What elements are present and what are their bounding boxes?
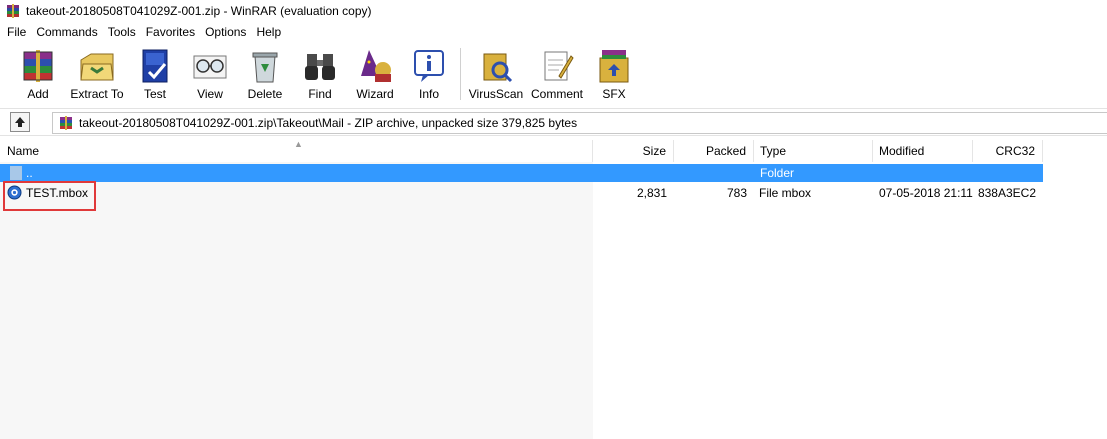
column-header-crc32-label: CRC32 [995, 144, 1035, 158]
test-label: Test [143, 87, 166, 101]
table-row[interactable]: .. Folder [0, 164, 1043, 182]
extract-to-label: Extract To [70, 87, 124, 101]
column-header-modified[interactable]: Modified [873, 140, 973, 162]
column-header-type-label: Type [760, 144, 787, 158]
archive-books-icon [23, 50, 53, 82]
row-name: .. [26, 166, 33, 180]
wizard-icon [361, 50, 391, 82]
column-header-crc32[interactable]: CRC32 [973, 140, 1043, 162]
column-header-size[interactable]: Size [593, 140, 674, 162]
menu-commands[interactable]: Commands [31, 22, 102, 42]
menu-tools[interactable]: Tools [103, 22, 141, 42]
recycle-bin-icon [252, 52, 278, 83]
menu-help[interactable]: Help [251, 22, 286, 42]
view-label: View [197, 87, 223, 101]
info-label: Info [418, 87, 439, 101]
title-bar: takeout-20180508T041029Z-001.zip - WinRA… [0, 0, 1107, 22]
delete-button[interactable]: Delete [237, 42, 293, 104]
sfx-archive-icon [599, 50, 629, 83]
binoculars-icon [305, 54, 335, 80]
window-title: takeout-20180508T041029Z-001.zip - WinRA… [26, 4, 372, 18]
wizard-button[interactable]: Wizard [347, 42, 403, 104]
row-crc32: 838A3EC2 [977, 186, 1036, 200]
comment-button[interactable]: Comment [526, 42, 588, 104]
up-arrow-icon [15, 117, 25, 127]
row-type: File mbox [759, 186, 812, 200]
test-book-icon [142, 49, 168, 83]
test-button[interactable]: Test [127, 42, 183, 104]
table-row[interactable]: TEST.mbox 2,831 783 File mbox 07-05-2018… [0, 184, 1043, 202]
menu-file[interactable]: File [2, 22, 31, 42]
row-modified: 07-05-2018 21:11 [879, 186, 973, 200]
info-button[interactable]: Info [403, 42, 455, 104]
find-label: Find [308, 87, 332, 101]
row-type: Folder [760, 166, 795, 180]
parent-folder-icon [10, 166, 22, 180]
path-text: takeout-20180508T041029Z-001.zip\Takeout… [79, 116, 578, 130]
toolbar-separator [460, 48, 461, 100]
wizard-label: Wizard [356, 87, 394, 101]
extract-to-button[interactable]: Extract To [67, 42, 127, 104]
address-bar: takeout-20180508T041029Z-001.zip\Takeout… [0, 108, 1107, 136]
menu-bar: File Commands Tools Favorites Options He… [0, 22, 1107, 42]
sort-ascending-icon: ▲ [294, 139, 303, 149]
find-button[interactable]: Find [293, 42, 347, 104]
sfx-button[interactable]: SFX [588, 42, 640, 104]
row-packed: 783 [726, 186, 747, 200]
archive-icon [60, 116, 72, 130]
delete-label: Delete [247, 87, 283, 101]
virusscan-label: VirusScan [468, 87, 524, 101]
column-header-modified-label: Modified [879, 144, 925, 158]
column-header-packed-label: Packed [705, 144, 746, 158]
view-button[interactable]: View [183, 42, 237, 104]
column-header-size-label: Size [642, 144, 666, 158]
column-header-packed[interactable]: Packed [674, 140, 754, 162]
virusscan-button[interactable]: VirusScan [466, 42, 526, 104]
menu-favorites[interactable]: Favorites [141, 22, 200, 42]
glasses-book-icon [193, 55, 227, 79]
add-label: Add [27, 87, 49, 101]
toolbar: Add Extract To Test View Delete Find Wiz… [0, 42, 1107, 106]
row-size: 2,831 [636, 186, 667, 200]
highlight-box [3, 181, 96, 211]
comment-pen-icon [544, 51, 574, 81]
column-header-name-label: Name [7, 144, 40, 158]
winrar-app-icon [7, 4, 19, 18]
comment-label: Comment [530, 87, 583, 101]
extract-folder-icon [80, 53, 114, 81]
virus-scan-icon [483, 53, 513, 83]
info-icon [414, 50, 444, 82]
up-folder-button[interactable] [10, 112, 30, 132]
column-header-type[interactable]: Type [754, 140, 873, 162]
add-button[interactable]: Add [9, 42, 67, 104]
menu-options[interactable]: Options [200, 22, 251, 42]
sfx-label: SFX [602, 87, 626, 101]
path-field[interactable]: takeout-20180508T041029Z-001.zip\Takeout… [52, 112, 1107, 134]
